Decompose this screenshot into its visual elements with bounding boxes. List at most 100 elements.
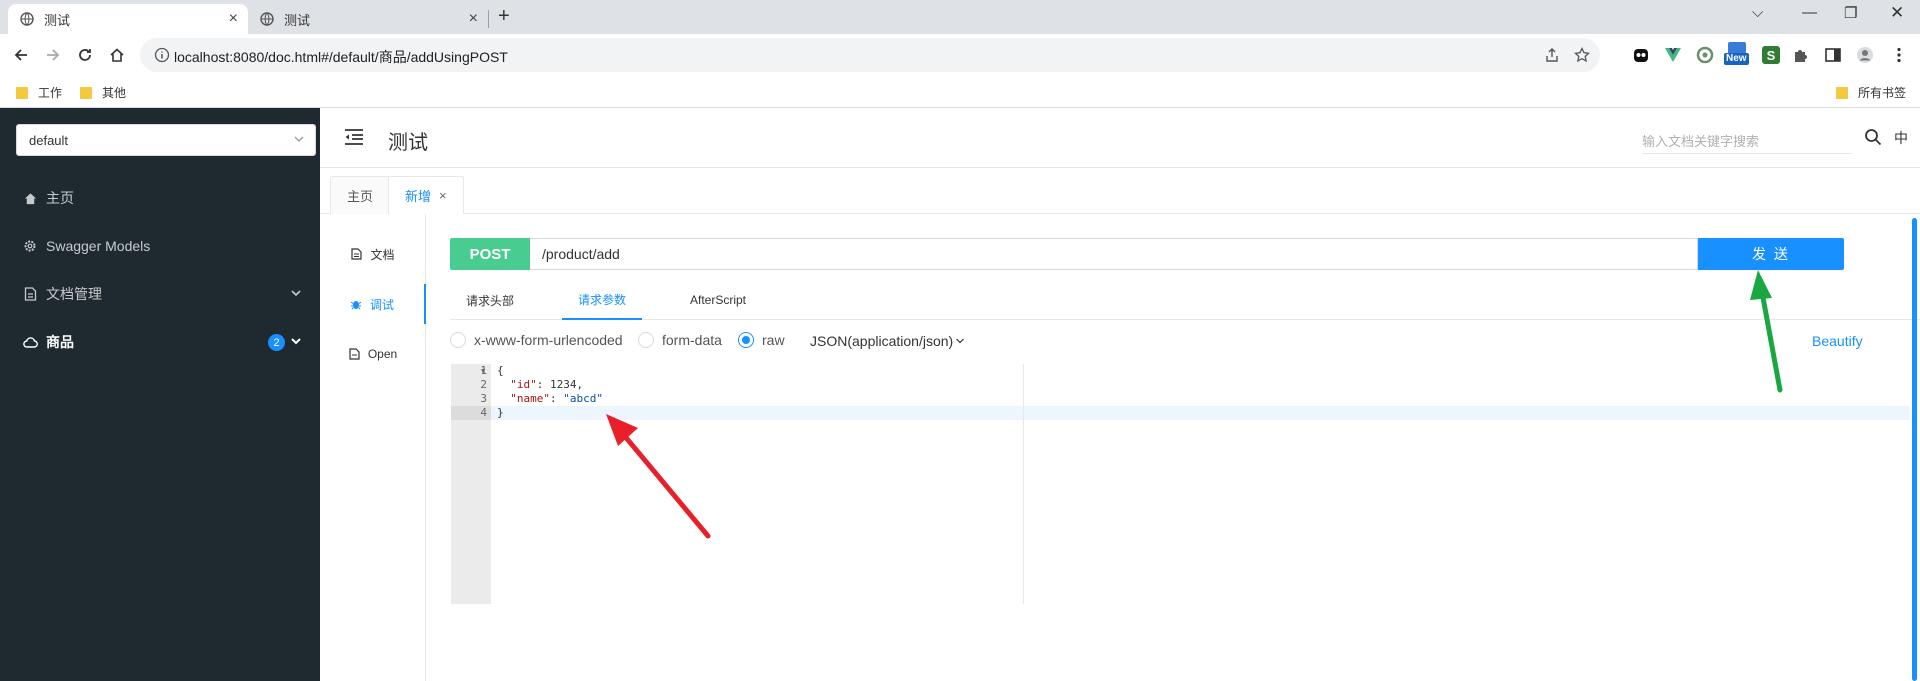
star-icon[interactable] [1574,47,1590,63]
reload-icon[interactable] [72,42,98,68]
radio-raw[interactable]: raw [738,332,785,348]
bookmarks-bar: 工作 其他 所有书签 [0,76,1920,108]
cloud-icon [22,334,38,350]
tab-document[interactable]: 文档 [320,234,426,274]
code-line[interactable]: } [497,406,504,420]
sidebar: default 主页 Swagger Models 文档管理 商品 2 [0,108,320,681]
new-badge: New [1724,53,1749,65]
doc-icon [22,286,38,302]
radio-x-www-form-urlencoded[interactable]: x-www-form-urlencoded [450,332,623,348]
content-type-select[interactable]: JSON(application/json) [810,333,965,349]
folder-icon [1836,86,1848,99]
menu-fold-icon[interactable] [344,128,364,146]
bookmark-label: 工作 [38,86,63,100]
all-bookmarks-label: 所有书签 [1858,86,1907,100]
sidebar-item-label: 商品 [46,334,74,350]
extension-new-icon[interactable]: New [1724,42,1750,66]
tab-open[interactable]: Open [320,334,426,374]
all-bookmarks[interactable]: 所有书签 [1836,84,1906,101]
minimize-icon[interactable]: — [1802,4,1817,21]
address-bar[interactable]: localhost:8080/doc.html#/default/商品/addU… [140,38,1600,72]
new-tab-plus-icon[interactable]: + [498,5,510,28]
doc-icon [351,248,363,260]
back-arrow-icon[interactable] [8,42,34,68]
sidebar-item-label: 主页 [46,190,74,206]
tab-search-chevron-icon[interactable]: ⌵ [1752,4,1763,21]
tab-label: 文档 [370,247,395,262]
extension-s-icon[interactable]: S [1762,46,1780,64]
code-line[interactable]: { [497,364,504,378]
print-margin [1023,364,1024,604]
tab-label: 主页 [347,189,374,204]
address-url[interactable]: localhost:8080/doc.html#/default/商品/addU… [174,47,508,67]
folder-icon [16,86,28,99]
close-icon[interactable]: × [229,10,238,28]
fold-arrow-icon[interactable]: ▼ [481,364,485,378]
profile-avatar-icon[interactable] [1856,46,1874,64]
content-type-value: JSON(application/json) [810,333,954,349]
side-panel-icon[interactable] [1824,46,1842,64]
browser-tab-1[interactable]: 测试 × [8,4,248,34]
search-input[interactable] [1642,124,1852,154]
tab-label: Open [367,347,398,361]
json-body-editor[interactable]: 1 ▼ 2 3 4 { "id": 1234, "name": "abcd" } [451,364,1910,604]
radio-circle-selected[interactable] [738,332,754,348]
code-text: { [497,364,504,377]
forward-arrow-icon[interactable] [40,42,66,68]
extension-circle-icon[interactable] [1696,46,1714,64]
sidebar-item-product[interactable]: 商品 2 [0,322,320,362]
tab-add[interactable]: 新增 × [388,176,464,214]
code-line[interactable]: "name": "abcd" [497,392,603,406]
beautify-link[interactable]: Beautify [1812,333,1863,349]
radio-label: raw [762,332,785,348]
language-switch[interactable]: 中 [1894,128,1908,148]
sidebar-item-swagger-models[interactable]: Swagger Models [0,226,320,266]
tab-home[interactable]: 主页 [330,176,391,214]
radio-circle[interactable] [638,332,654,348]
puzzle-icon[interactable] [1792,46,1810,64]
tab-debug[interactable]: 调试 [320,284,426,324]
bookmark-folder-work[interactable]: 工作 [16,84,62,101]
globe-icon [260,12,274,26]
tab-request-params[interactable]: 请求参数 [562,280,643,320]
info-icon[interactable] [154,47,170,63]
app-header: 测试 中 [320,108,1920,168]
tab-label: 新增 [405,189,432,204]
request-path-input[interactable] [530,238,1698,270]
chevron-down-icon [291,338,301,345]
home-icon[interactable] [104,42,130,68]
code-line[interactable]: "id": 1234, [497,378,583,392]
search-icon[interactable] [1864,128,1882,146]
bug-icon [350,298,362,310]
sidebar-item-home[interactable]: 主页 [0,178,320,218]
bookmark-folder-other[interactable]: 其他 [80,84,126,101]
group-select[interactable]: default [16,124,316,156]
radio-circle[interactable] [450,332,466,348]
globe-icon [20,12,34,26]
share-icon[interactable] [1544,47,1560,63]
tab-request-headers[interactable]: 请求头部 [450,280,530,320]
extension-ghost-icon[interactable] [1632,46,1650,64]
chevron-down-icon [956,338,965,344]
sidebar-item-doc-management[interactable]: 文档管理 [0,274,320,314]
close-icon[interactable]: × [469,10,478,28]
tab-after-script[interactable]: AfterScript [674,280,762,320]
vue-devtools-icon[interactable] [1664,46,1682,64]
radio-form-data[interactable]: form-data [638,332,722,348]
radio-label: x-www-form-urlencoded [474,332,623,348]
json-colon: : [550,392,564,405]
chevron-down-icon [291,290,301,297]
kebab-menu-icon[interactable] [1890,46,1908,64]
window-close-icon[interactable]: ✕ [1890,3,1904,23]
editor-gutter: 1 ▼ 2 3 4 [451,364,491,604]
active-line-highlight [491,406,1910,420]
vertical-scrollbar[interactable] [1912,218,1917,681]
tab-label: 调试 [369,297,394,312]
browser-tab-2[interactable]: 测试 × [248,4,488,34]
restore-icon[interactable]: ❐ [1844,4,1857,22]
folder-icon [80,86,92,99]
send-button[interactable]: 发 送 [1698,238,1844,270]
close-icon[interactable]: × [439,188,447,203]
line-number: 2 [480,378,487,391]
json-key: "id" [510,378,537,391]
